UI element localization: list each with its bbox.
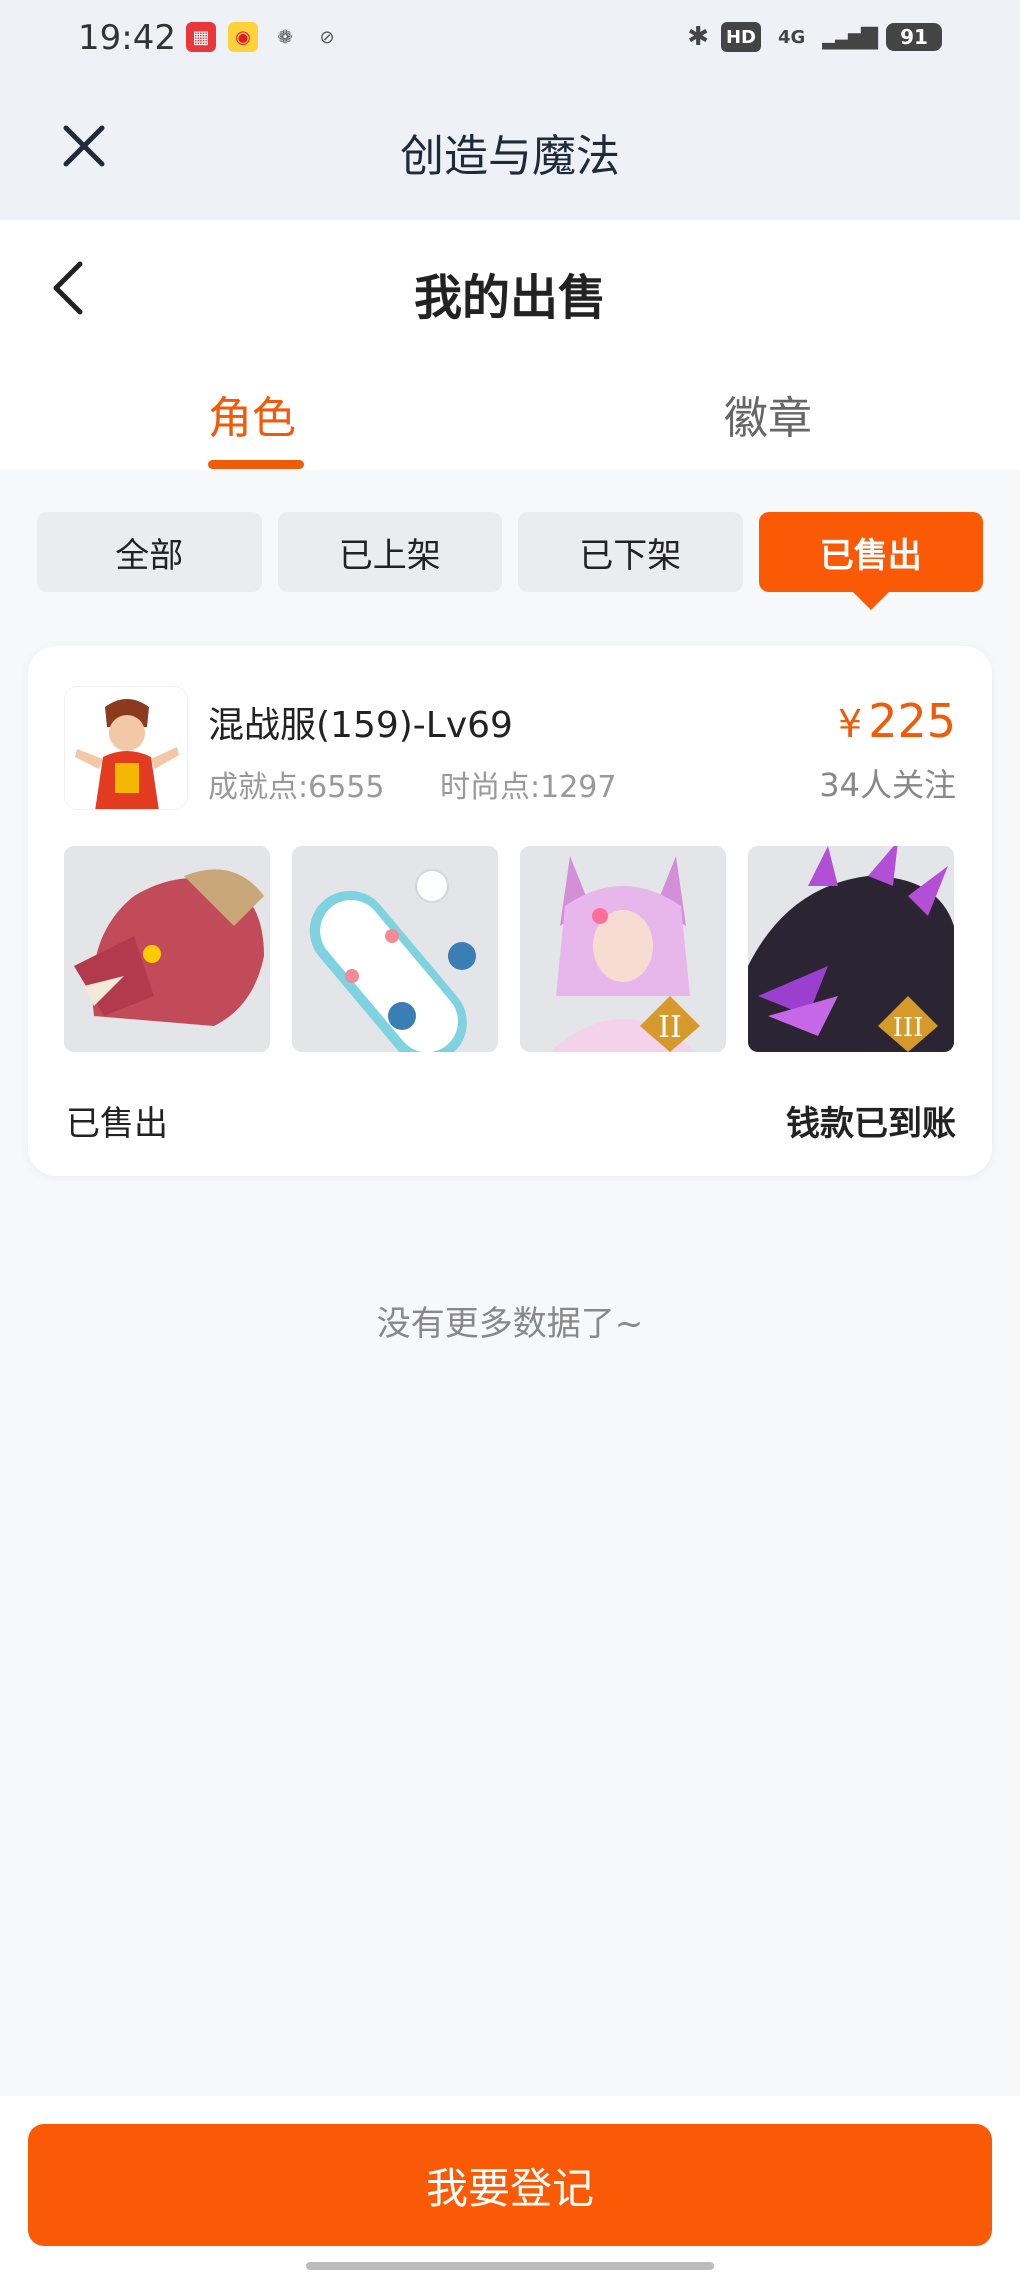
svg-text:III: III — [893, 1013, 924, 1043]
achievement-points: 成就点:6555 — [208, 770, 385, 805]
home-indicator — [306, 2262, 714, 2270]
bluetooth-icon: ✱ — [687, 22, 709, 52]
status-time: 19:42 — [78, 18, 176, 58]
price: ¥225 — [838, 694, 956, 748]
weibo-icon: ◉ — [228, 22, 258, 52]
item-thumbnails: II III — [64, 846, 954, 1052]
status-filter-bar: 全部 已上架 已下架 已售出 — [37, 512, 983, 610]
fox-spirit-thumbnail: II — [520, 846, 726, 1052]
battery-icon: 91 — [886, 23, 942, 51]
filter-listed[interactable]: 已上架 — [277, 512, 502, 592]
listing-card[interactable]: 混战服(159)-Lv69 成就点:6555 时尚点:1297 ¥225 34人… — [28, 646, 992, 1176]
sale-status: 已售出 — [66, 1104, 168, 1144]
item-name: 混战服(159)-Lv69 — [208, 705, 513, 746]
status-indicators: ✱ HD 4G ▂▃▅▇ 91 — [687, 22, 942, 52]
active-caret — [852, 592, 889, 610]
character-avatar — [64, 686, 188, 810]
page-header: 我的出售 角色 徽章 — [0, 220, 1020, 470]
wechat-icon: ❁ — [277, 26, 293, 48]
bear-skateboard-thumbnail — [292, 846, 498, 1052]
dragon-head-thumbnail — [64, 846, 270, 1052]
status-app-icons: ▦ ◉ ❁ ⊘ — [186, 22, 342, 52]
miniapp-top-bar: 创造与魔法 — [0, 80, 1020, 220]
dark-dragon-thumbnail: III — [748, 846, 954, 1052]
filter-sold-label: 已售出 — [819, 535, 922, 576]
register-button[interactable]: 我要登记 — [28, 2124, 992, 2246]
follower-count: 34人关注 — [819, 766, 956, 804]
price-value: 225 — [868, 694, 956, 748]
fashion-points: 时尚点:1297 — [440, 770, 617, 805]
filter-all[interactable]: 全部 — [37, 512, 262, 592]
tab-badge[interactable]: 徽章 — [724, 382, 812, 446]
app-icon-red: ▦ — [186, 22, 216, 52]
payment-status: 钱款已到账 — [786, 1104, 956, 1144]
filter-delisted[interactable]: 已下架 — [518, 512, 743, 592]
hd-badge: HD — [720, 22, 761, 52]
tab-active-underline — [208, 460, 304, 469]
miniapp-title: 创造与魔法 — [400, 131, 620, 182]
status-bar: 19:42 ▦ ◉ ❁ ⊘ ✱ HD 4G ▂▃▅▇ 91 — [0, 0, 1020, 80]
currency-symbol: ¥ — [838, 702, 863, 746]
signal-label: 4G — [778, 26, 806, 48]
tab-role[interactable]: 角色 — [208, 382, 296, 446]
signal-icon: ▂▃▅▇ — [822, 24, 878, 50]
filter-sold[interactable]: 已售出 — [758, 512, 983, 610]
compass-icon: ⊘ — [319, 26, 335, 48]
page-title: 我的出售 — [413, 270, 606, 326]
svg-text:II: II — [658, 1010, 682, 1045]
list-end-text: 没有更多数据了~ — [376, 1304, 644, 1344]
